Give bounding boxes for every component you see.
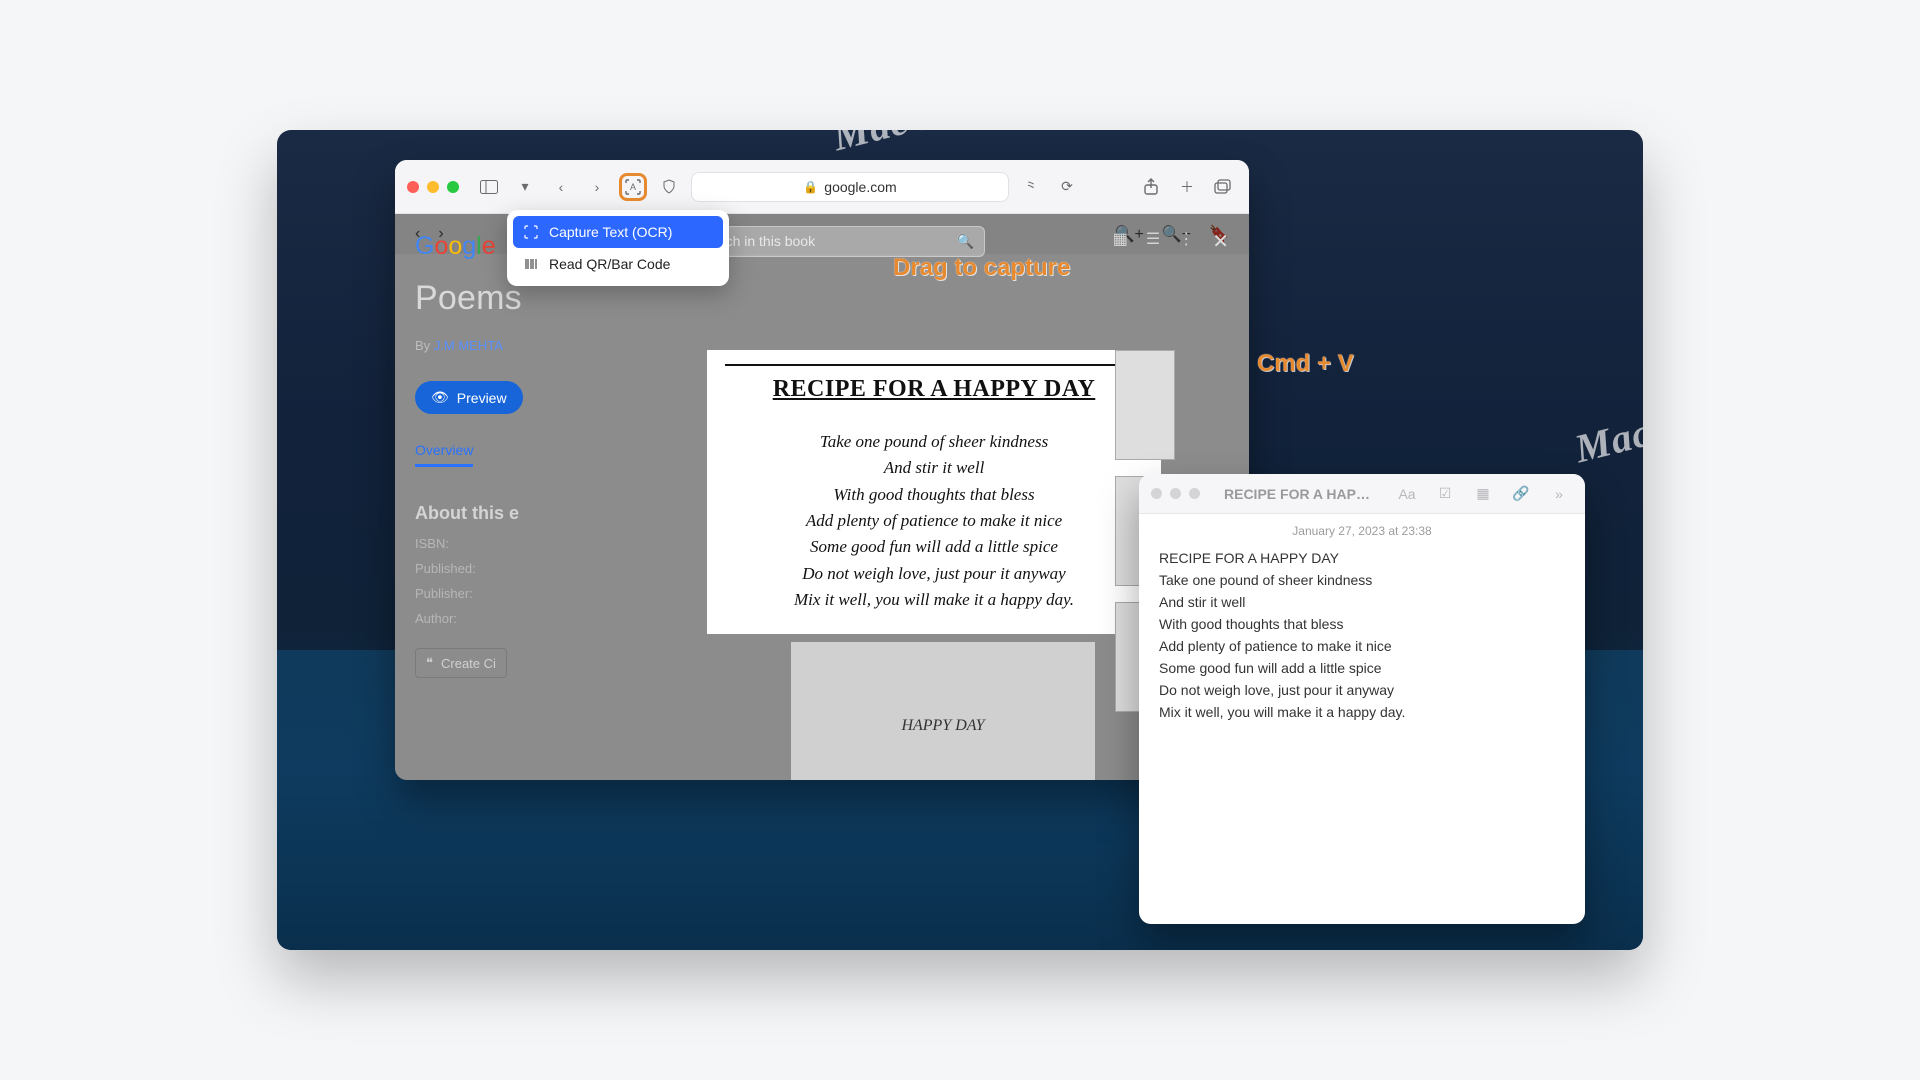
menu-label: Read QR/Bar Code xyxy=(549,256,670,272)
thumb[interactable] xyxy=(1115,350,1175,460)
notes-window: RECIPE FOR A HAP… Aa ☑ ▦ 🔗 » January 27,… xyxy=(1139,474,1585,924)
menu-read-barcode[interactable]: Read QR/Bar Code xyxy=(513,248,723,280)
author-link[interactable]: J.M MEHTA xyxy=(434,338,503,353)
minimize-dot[interactable] xyxy=(427,181,439,193)
create-citation-button[interactable]: ❝Create Ci xyxy=(415,648,507,678)
font-icon[interactable]: Aa xyxy=(1393,480,1421,508)
desktop-stage: MacV.com MacV.com MacV.com ▾ ‹ › A xyxy=(277,130,1643,950)
note-line: With good thoughts that bless xyxy=(1159,614,1565,635)
book-illustration: HAPPY DAY xyxy=(791,642,1095,780)
note-line: And stir it well xyxy=(1159,592,1565,613)
poem-line: Mix it well, you will make it a happy da… xyxy=(725,587,1143,613)
poem-line: Some good fun will add a little spice xyxy=(725,534,1143,560)
notes-toolbar: RECIPE FOR A HAP… Aa ☑ ▦ 🔗 » xyxy=(1139,474,1585,514)
poem-title: RECIPE FOR A HAPPY DAY xyxy=(725,376,1143,403)
annotation-drag: Drag to capture xyxy=(893,254,1070,282)
ocr-capture-button[interactable]: A xyxy=(619,173,647,201)
menu-capture-text[interactable]: Capture Text (OCR) xyxy=(513,216,723,248)
new-tab-icon[interactable]: ＋ xyxy=(1173,173,1201,201)
safari-body: ‹ › 🔍+ 🔍− 🔖 Google Bo Poems By J.M MEHTA xyxy=(395,214,1249,780)
checklist-icon[interactable]: ☑ xyxy=(1431,480,1459,508)
note-line: RECIPE FOR A HAPPY DAY xyxy=(1159,548,1565,569)
minimize-dot[interactable] xyxy=(1170,488,1181,499)
close-dot[interactable] xyxy=(1151,488,1162,499)
more-icon[interactable]: ⋮ xyxy=(1178,229,1194,254)
link-icon[interactable]: 🔗 xyxy=(1507,480,1535,508)
barcode-icon xyxy=(523,257,539,271)
sidebar-toggle-icon[interactable] xyxy=(475,173,503,201)
poem-line: Do not weigh love, just pour it anyway xyxy=(725,561,1143,587)
meta-publisher: Publisher: xyxy=(415,586,645,601)
note-line: Mix it well, you will make it a happy da… xyxy=(1159,702,1565,723)
back-icon[interactable]: ‹ xyxy=(547,173,575,201)
watermark: MacV.com xyxy=(1570,383,1643,473)
lock-icon: 🔒 xyxy=(803,180,818,194)
view-list-icon[interactable]: ☰ xyxy=(1146,229,1160,254)
notes-date: January 27, 2023 at 23:38 xyxy=(1159,524,1565,538)
url-bar[interactable]: 🔒 google.com xyxy=(691,172,1009,202)
close-dot[interactable] xyxy=(407,181,419,193)
meta-author: Author: xyxy=(415,611,645,626)
poem-line: And stir it well xyxy=(725,455,1143,481)
forward-icon[interactable]: › xyxy=(583,173,611,201)
about-heading: About this e xyxy=(415,503,645,524)
note-line: Do not weigh love, just pour it anyway xyxy=(1159,680,1565,701)
search-in-book-input[interactable]: Search in this book 🔍 xyxy=(685,226,985,257)
svg-text:A: A xyxy=(630,182,636,192)
meta-isbn: ISBN: xyxy=(415,536,645,551)
translate-icon[interactable]: ⺀ xyxy=(1017,173,1045,201)
meta-published: Published: xyxy=(415,561,645,576)
zoom-dot[interactable] xyxy=(447,181,459,193)
google-books-sidebar: Google Bo Poems By J.M MEHTA 👁Preview Ov… xyxy=(395,214,665,780)
tab-overview[interactable]: Overview xyxy=(415,442,473,467)
tabs-icon[interactable] xyxy=(1209,173,1237,201)
watermark: MacV.com xyxy=(828,130,1016,160)
note-line: Take one pound of sheer kindness xyxy=(1159,570,1565,591)
shield-icon[interactable] xyxy=(655,173,683,201)
url-host: google.com xyxy=(824,179,896,195)
book-metadata: ISBN: Published: Publisher: Author: xyxy=(415,536,645,626)
ocr-dropdown: Capture Text (OCR) Read QR/Bar Code xyxy=(507,210,729,286)
poem-line: Take one pound of sheer kindness xyxy=(725,429,1143,455)
window-traffic-lights[interactable] xyxy=(1151,488,1200,499)
search-icon[interactable]: 🔍 xyxy=(957,233,974,250)
safari-toolbar: ▾ ‹ › A 🔒 google.com ⺀ ⟳ ＋ xyxy=(395,160,1249,214)
window-traffic-lights[interactable] xyxy=(407,181,459,193)
preview-button[interactable]: 👁Preview xyxy=(415,381,523,414)
poem-line: Add plenty of patience to make it nice xyxy=(725,508,1143,534)
table-icon[interactable]: ▦ xyxy=(1469,480,1497,508)
book-byline: By J.M MEHTA xyxy=(415,338,645,353)
more-icon[interactable]: » xyxy=(1545,480,1573,508)
notes-title: RECIPE FOR A HAP… xyxy=(1218,486,1383,502)
annotation-cmdv: Cmd + V xyxy=(1257,350,1354,378)
note-line: Some good fun will add a little spice xyxy=(1159,658,1565,679)
ocr-icon xyxy=(523,225,539,239)
share-icon[interactable] xyxy=(1137,173,1165,201)
chevron-down-icon[interactable]: ▾ xyxy=(511,173,539,201)
capture-region[interactable]: RECIPE FOR A HAPPY DAY Take one pound of… xyxy=(707,350,1161,634)
view-grid-icon[interactable]: ▦ xyxy=(1113,229,1128,254)
reload-icon[interactable]: ⟳ xyxy=(1053,173,1081,201)
zoom-dot[interactable] xyxy=(1189,488,1200,499)
close-reader-icon[interactable]: ✕ xyxy=(1212,229,1229,254)
poem-line: With good thoughts that bless xyxy=(725,482,1143,508)
note-line: Add plenty of patience to make it nice xyxy=(1159,636,1565,657)
notes-body[interactable]: January 27, 2023 at 23:38 RECIPE FOR A H… xyxy=(1139,514,1585,744)
menu-label: Capture Text (OCR) xyxy=(549,224,672,240)
